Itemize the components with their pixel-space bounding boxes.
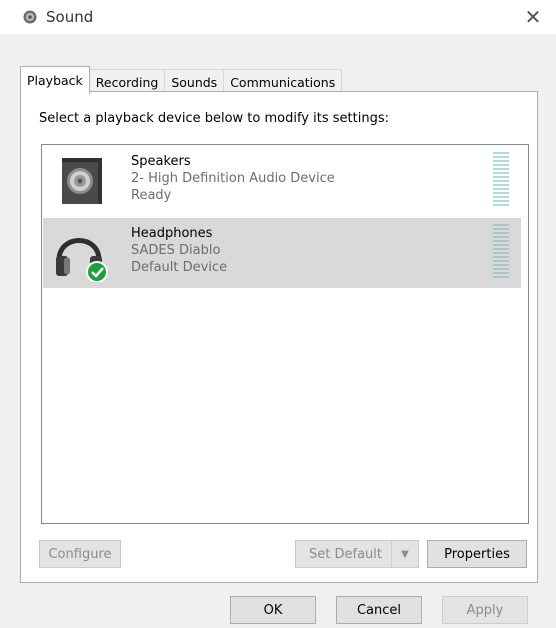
level-meter <box>493 152 509 208</box>
set-default-button[interactable]: Set Default ▼ <box>295 540 419 568</box>
level-meter <box>493 224 509 280</box>
speaker-icon <box>23 10 37 24</box>
apply-button[interactable]: Apply <box>442 596 528 624</box>
device-description: 2- High Definition Audio Device <box>131 171 335 186</box>
playback-panel: Select a playback device below to modify… <box>20 91 538 583</box>
chevron-down-icon[interactable]: ▼ <box>391 541 418 567</box>
device-item-headphones[interactable]: Headphones SADES Diablo Default Device <box>43 218 521 288</box>
cancel-button[interactable]: Cancel <box>336 596 422 624</box>
tab-strip: Playback Recording Sounds Communications <box>20 66 343 94</box>
sound-dialog: Sound ✕ Playback Recording Sounds Commun… <box>0 0 556 628</box>
set-default-label: Set Default <box>309 546 382 562</box>
device-status: Default Device <box>131 260 228 275</box>
close-button[interactable]: ✕ <box>510 0 556 34</box>
device-description: SADES Diablo <box>131 243 221 258</box>
window-title: Sound <box>46 8 94 26</box>
configure-button[interactable]: Configure <box>39 540 121 568</box>
speaker-icon <box>62 158 102 204</box>
instruction-text: Select a playback device below to modify… <box>39 111 389 126</box>
device-name: Speakers <box>131 154 191 169</box>
tab-playback[interactable]: Playback <box>20 66 90 94</box>
ok-button[interactable]: OK <box>230 596 316 624</box>
device-item-speakers[interactable]: Speakers 2- High Definition Audio Device… <box>43 146 521 216</box>
properties-button[interactable]: Properties <box>427 540 527 568</box>
device-status: Ready <box>131 188 172 203</box>
title-bar[interactable]: Sound ✕ <box>0 0 556 34</box>
headphones-icon <box>56 238 108 282</box>
device-list[interactable]: Speakers 2- High Definition Audio Device… <box>41 144 529 524</box>
device-name: Headphones <box>131 226 213 241</box>
close-icon: ✕ <box>524 5 542 29</box>
